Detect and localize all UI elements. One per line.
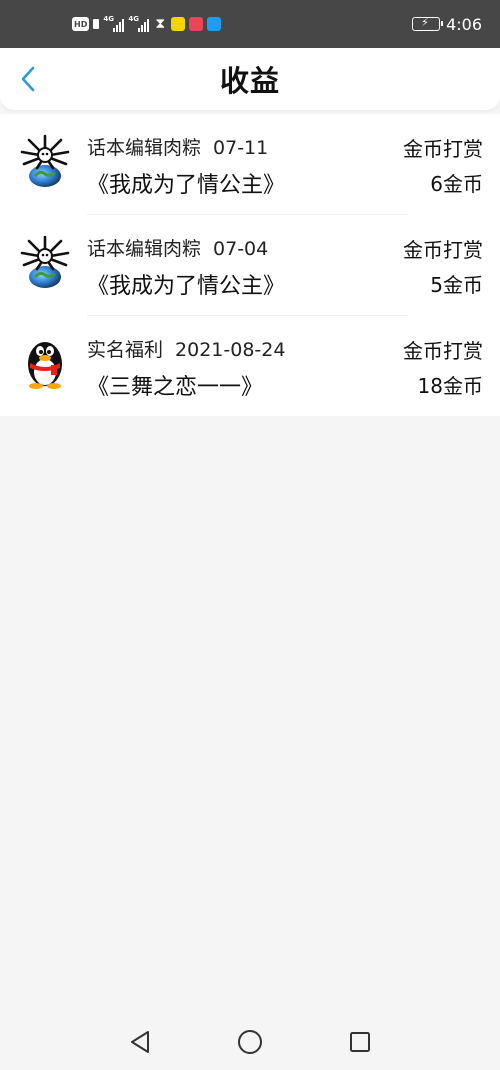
home-circle-icon bbox=[238, 1030, 262, 1054]
spider-globe-avatar bbox=[20, 235, 70, 288]
sim-icon bbox=[93, 19, 100, 29]
chevron-left-icon bbox=[21, 66, 35, 92]
record-type: 金币打赏 bbox=[403, 137, 483, 161]
record-source: 话本编辑肉粽 bbox=[87, 238, 202, 260]
record-book-title: 《三舞之恋一一》 bbox=[87, 375, 264, 400]
record-book-title: 《我成为了情公主》 bbox=[87, 173, 286, 198]
record-source: 话本编辑肉粽 bbox=[87, 137, 202, 159]
status-bar: HD 4G 4G ⧗ ⚡ 4:06 bbox=[0, 0, 500, 48]
recents-square-icon bbox=[350, 1032, 370, 1052]
record-amount: 6金币 bbox=[430, 172, 483, 196]
status-icons: HD 4G 4G ⧗ bbox=[72, 15, 222, 32]
penguin-avatar bbox=[28, 342, 62, 389]
signal-label: 4G bbox=[103, 15, 114, 23]
income-list: 话本编辑肉粽07-11 《我成为了情公主》 金币打赏 6金币 话本编辑肉粽0 bbox=[0, 114, 500, 416]
back-button[interactable] bbox=[12, 62, 44, 96]
hourglass-icon: ⧗ bbox=[155, 16, 166, 32]
record-type: 金币打赏 bbox=[403, 339, 483, 363]
nav-back-button[interactable] bbox=[127, 1029, 153, 1055]
record-date: 07-04 bbox=[213, 238, 269, 260]
system-nav-bar bbox=[0, 1014, 500, 1070]
signal-label: 4G bbox=[128, 15, 139, 23]
record-source: 实名福利 bbox=[87, 339, 164, 361]
battery-charging-icon: ⚡ bbox=[412, 16, 444, 31]
spider-globe-avatar bbox=[20, 134, 70, 187]
nav-home-button[interactable] bbox=[237, 1029, 263, 1055]
list-item[interactable]: 话本编辑肉粽 07-11 《我成为了情公主》 金币打赏 6金币 bbox=[0, 114, 500, 215]
nav-recents-button[interactable] bbox=[347, 1029, 373, 1055]
book-app-icon bbox=[189, 17, 204, 31]
chat-app-icon bbox=[171, 17, 186, 31]
list-item[interactable]: 话本编辑肉粽 07-04 《我成为了情公主》 金币打赏 5金币 bbox=[0, 215, 500, 316]
hd-icon: HD bbox=[72, 17, 90, 31]
record-date: 07-11 bbox=[213, 137, 269, 159]
signal-icon: 4G bbox=[103, 15, 125, 32]
search-app-icon bbox=[207, 17, 222, 31]
record-amount: 5金币 bbox=[430, 273, 483, 297]
signal-icon: 4G bbox=[128, 15, 150, 32]
record-book-title: 《我成为了情公主》 bbox=[87, 274, 286, 299]
clock: 4:06 bbox=[446, 14, 482, 34]
status-right: ⚡ 4:06 bbox=[412, 15, 482, 34]
record-date: 2021-08-24 bbox=[175, 339, 286, 361]
page-title: 收益 bbox=[219, 64, 280, 98]
record-type: 金币打赏 bbox=[403, 238, 483, 262]
list-item[interactable]: 实名福利 2021-08-24 《三舞之恋一一》 金币打赏 18金币 bbox=[0, 316, 500, 417]
record-meta: 实名福利 2021-08-24 bbox=[87, 335, 285, 362]
record-meta: 话本编辑肉粽 07-11 bbox=[87, 133, 268, 160]
record-amount: 18金币 bbox=[417, 374, 483, 398]
page-header: 收益 bbox=[0, 48, 500, 110]
back-triangle-icon bbox=[131, 1031, 149, 1053]
record-meta: 话本编辑肉粽 07-04 bbox=[87, 234, 268, 261]
